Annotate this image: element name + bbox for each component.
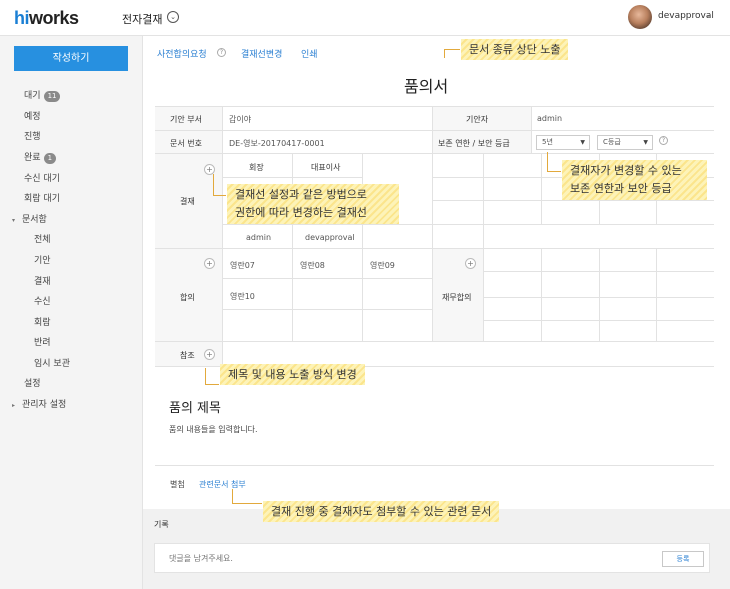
sidebar-item-all[interactable]: 전체 bbox=[34, 232, 51, 245]
add-finance-agreement-icon[interactable]: + bbox=[465, 258, 476, 269]
sidebar-item-waiting[interactable]: 대기 11 bbox=[24, 88, 61, 102]
write-button[interactable]: 작성하기 bbox=[14, 46, 128, 71]
doc-title: 품의서 bbox=[404, 77, 449, 96]
sidebar-item-in-progress[interactable]: 진행 bbox=[24, 129, 41, 142]
count-badge: 1 bbox=[43, 153, 57, 164]
print-link[interactable]: 인쇄 bbox=[301, 47, 318, 60]
sidebar-item-drafts[interactable]: 임시 보관 bbox=[34, 356, 70, 369]
security-select[interactable]: C등급 ▼ bbox=[597, 135, 653, 150]
divider bbox=[155, 465, 714, 466]
agreement-member: 영란10 bbox=[230, 292, 255, 301]
table-border bbox=[531, 107, 532, 153]
table-border bbox=[483, 153, 484, 341]
approval-label: 결재 bbox=[180, 197, 195, 206]
help-icon[interactable]: ? bbox=[659, 136, 668, 145]
sidebar-item-completed[interactable]: 완료 1 bbox=[24, 150, 57, 164]
callout-leader bbox=[213, 174, 226, 196]
sidebar-item-drafted[interactable]: 기안 bbox=[34, 253, 51, 266]
callout-subject-display: 제목 및 내용 노출 방식 변경 bbox=[220, 364, 365, 385]
sidebar-item-received[interactable]: 수신 bbox=[34, 294, 51, 307]
callout-attach-related: 결재 진행 중 결재자도 첨부할 수 있는 관련 문서 bbox=[263, 501, 500, 522]
table-border bbox=[599, 248, 600, 341]
agreement-label: 합의 bbox=[180, 293, 195, 302]
comment-submit-button[interactable]: 등록 bbox=[662, 551, 704, 567]
approver-name: admin bbox=[246, 233, 272, 242]
attachment-label: 별첨 bbox=[170, 480, 185, 489]
doc-subject: 품의 제목 bbox=[169, 401, 221, 416]
sidebar-item-documents[interactable]: ▾ 문서함 bbox=[12, 212, 47, 225]
hiworks-logo[interactable]: hiworks bbox=[14, 8, 79, 29]
approval-role: 회장 bbox=[249, 163, 264, 172]
finance-agreement-label: 재무합의 bbox=[442, 293, 472, 302]
sidebar-item-circulation-waiting[interactable]: 회람 대기 bbox=[24, 191, 60, 204]
callout-doc-type: 문서 종류 상단 노출 bbox=[461, 39, 569, 60]
callout-leader bbox=[232, 489, 262, 504]
chevron-down-circle-icon[interactable]: ⌄ bbox=[167, 11, 179, 23]
table-border bbox=[222, 107, 223, 366]
table-border bbox=[362, 153, 363, 341]
doc-body: 품의 내용들을 입력합니다. bbox=[169, 425, 258, 434]
table-border bbox=[222, 224, 714, 225]
sidebar-item-circulated[interactable]: 회람 bbox=[34, 315, 51, 328]
dept-value: 갑이야 bbox=[229, 115, 252, 124]
approval-line-change-link[interactable]: 결재선변경 bbox=[241, 47, 282, 60]
add-agreement-icon[interactable]: + bbox=[204, 258, 215, 269]
table-border bbox=[155, 130, 714, 131]
agreement-member: 영란09 bbox=[370, 261, 395, 270]
sidebar-item-receive-waiting[interactable]: 수신 대기 bbox=[24, 171, 60, 184]
chevron-down-icon: ▼ bbox=[643, 139, 648, 146]
reference-label: 참조 bbox=[180, 351, 195, 360]
chevron-down-icon: ▼ bbox=[580, 139, 585, 146]
count-badge: 11 bbox=[43, 91, 61, 102]
callout-leader bbox=[205, 368, 219, 385]
sidebar-item-approved[interactable]: 결재 bbox=[34, 274, 51, 287]
callout-retention: 결재자가 변경할 수 있는 보존 연한과 보안 등급 bbox=[562, 160, 707, 200]
table-border bbox=[292, 153, 293, 341]
caret-down-icon: ▾ bbox=[12, 217, 16, 224]
sidebar-item-admin-settings[interactable]: ▸ 관리자 설정 bbox=[12, 397, 66, 410]
sidebar-item-settings[interactable]: 설정 bbox=[24, 376, 41, 389]
top-bar: hiworks 전자결재 ⌄ devapproval ⌄ bbox=[0, 0, 730, 36]
retention-label: 보존 연한 / 보안 등급 bbox=[438, 139, 510, 148]
add-reference-icon[interactable]: + bbox=[204, 349, 215, 360]
callout-approval-line: 결재선 설정과 같은 방법으로 권한에 따라 변경하는 결재선 bbox=[227, 184, 399, 224]
user-menu-chevron-icon[interactable]: ⌄ bbox=[705, 11, 711, 19]
docno-label: 문서 번호 bbox=[170, 139, 202, 148]
table-border bbox=[432, 107, 433, 341]
approver-name: devapproval bbox=[305, 233, 355, 242]
table-border bbox=[155, 248, 714, 249]
docno-value: DE-영보-20170417-0001 bbox=[229, 139, 325, 148]
dept-label: 기안 부서 bbox=[170, 115, 202, 124]
table-border bbox=[541, 153, 542, 224]
table-border bbox=[432, 200, 714, 201]
table-border bbox=[541, 248, 542, 341]
table-border bbox=[155, 341, 714, 342]
app-title[interactable]: 전자결재 bbox=[122, 11, 162, 27]
table-border bbox=[155, 153, 714, 154]
comment-input[interactable] bbox=[154, 543, 710, 573]
table-border bbox=[222, 278, 432, 279]
sidebar bbox=[0, 36, 143, 589]
caret-right-icon: ▸ bbox=[12, 402, 16, 409]
callout-leader bbox=[444, 49, 460, 58]
sidebar-item-scheduled[interactable]: 예정 bbox=[24, 109, 41, 122]
comment-title: 기록 bbox=[154, 520, 169, 529]
table-border bbox=[155, 106, 714, 107]
agreement-member: 영란08 bbox=[300, 261, 325, 270]
avatar[interactable] bbox=[628, 5, 652, 29]
callout-leader bbox=[547, 152, 561, 172]
sidebar-item-rejected[interactable]: 반려 bbox=[34, 335, 51, 348]
help-icon[interactable]: ? bbox=[217, 48, 226, 57]
approval-role: 대표이사 bbox=[311, 163, 341, 172]
drafter-label: 기안자 bbox=[466, 115, 489, 124]
table-border bbox=[656, 248, 657, 341]
table-border bbox=[222, 309, 432, 310]
pre-agreement-link[interactable]: 사전합의요청 bbox=[157, 47, 207, 60]
retention-select[interactable]: 5년 ▼ bbox=[536, 135, 590, 150]
drafter-value: admin bbox=[537, 114, 563, 123]
agreement-member: 영란07 bbox=[230, 261, 255, 270]
